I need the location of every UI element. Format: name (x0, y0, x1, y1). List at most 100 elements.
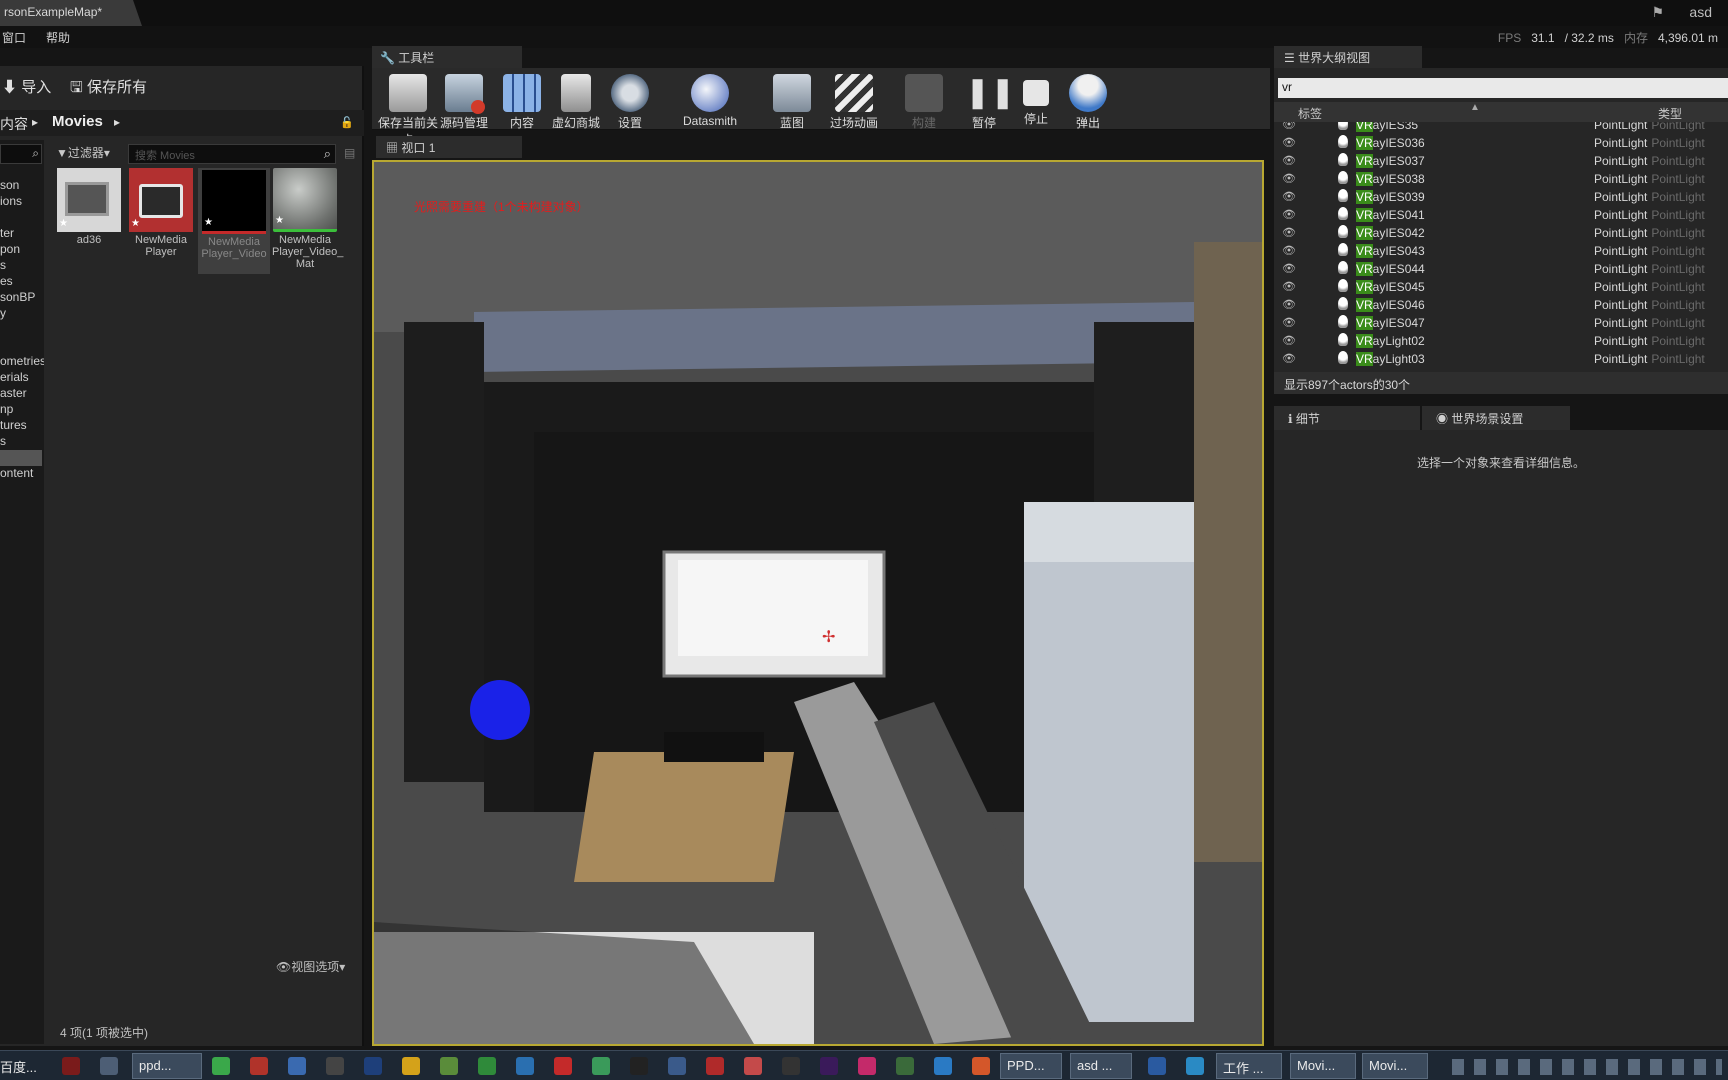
taskbar-task[interactable]: ppd... (132, 1053, 202, 1079)
unreal-icon[interactable] (630, 1057, 648, 1075)
app-icon[interactable] (440, 1057, 458, 1075)
tree-item-selected[interactable] (0, 450, 42, 466)
visibility-eye-icon[interactable]: 👁 (1282, 154, 1296, 167)
breadcrumb-current[interactable]: Movies (52, 113, 103, 130)
lock-icon[interactable]: 🔓 (340, 116, 354, 129)
tree-item[interactable]: erials (0, 370, 29, 386)
eject-button[interactable]: 弹出 (1060, 70, 1116, 131)
breadcrumb-root[interactable]: 内容 (0, 114, 28, 134)
app-icon[interactable] (1186, 1057, 1204, 1075)
asset-search-input[interactable]: 搜索 Movies ⌕ (128, 144, 336, 164)
outliner-row[interactable]: 👁 VRayIES043 PointLight PointLight (1274, 242, 1728, 260)
outliner-row[interactable]: 👁 VRayIES037 PointLight PointLight (1274, 152, 1728, 170)
pause-button[interactable]: ❚❚ 暂停 (956, 70, 1015, 131)
system-tray[interactable] (1452, 1059, 1722, 1075)
photoshop-icon[interactable] (364, 1057, 382, 1075)
premiere-icon[interactable] (820, 1057, 838, 1075)
build-button[interactable]: 构建 (892, 70, 956, 131)
outliner-row[interactable]: 👁 VRayIES046 PointLight PointLight (1274, 296, 1728, 314)
tree-item[interactable]: tures (0, 418, 27, 434)
taskbar-task[interactable]: Movi... (1362, 1053, 1428, 1079)
app-icon[interactable] (516, 1057, 534, 1075)
outliner-row[interactable]: 👁 VRayLight03 PointLight PointLight (1274, 350, 1728, 368)
visibility-eye-icon[interactable]: 👁 (1282, 352, 1296, 365)
app-icon[interactable] (478, 1057, 496, 1075)
outliner-row[interactable]: 👁 VRayIES044 PointLight PointLight (1274, 260, 1728, 278)
outliner-row[interactable]: 👁 VRayIES038 PointLight PointLight (1274, 170, 1728, 188)
visibility-eye-icon[interactable]: 👁 (1282, 190, 1296, 203)
scene-render[interactable]: ✢ (374, 162, 1262, 1044)
app-icon[interactable] (668, 1057, 686, 1075)
app-icon[interactable] (782, 1057, 800, 1075)
app-icon[interactable] (250, 1057, 268, 1075)
visibility-eye-icon[interactable]: 👁 (1282, 136, 1296, 149)
visibility-eye-icon[interactable]: 👁 (1282, 226, 1296, 239)
tab-world-outliner[interactable]: ☰ 世界大纲视图 (1274, 46, 1422, 68)
tree-item[interactable]: ter (0, 226, 14, 242)
app-icon[interactable] (288, 1057, 306, 1075)
column-label[interactable]: 标签 (1298, 105, 1322, 122)
visibility-eye-icon[interactable]: 👁 (1282, 122, 1296, 131)
outliner-row[interactable]: 👁 VRayIES35 PointLight PointLight (1274, 122, 1728, 134)
asset-tile[interactable]: ★ NewMedia Player_Video_ Mat (272, 168, 343, 270)
cinematics-button[interactable]: 过场动画 (822, 70, 886, 131)
app-icon[interactable] (972, 1057, 990, 1075)
browser-icon[interactable] (934, 1057, 952, 1075)
taskbar-task[interactable]: asd ... (1070, 1053, 1132, 1079)
taskbar-task[interactable]: 工作 ... (1216, 1053, 1282, 1079)
tree-item[interactable]: sonBP (0, 290, 35, 306)
tree-item[interactable]: s (0, 258, 6, 274)
app-icon[interactable] (858, 1057, 876, 1075)
tree-item[interactable]: ions (0, 194, 22, 210)
visibility-eye-icon[interactable]: 👁 (1282, 244, 1296, 257)
app-icon[interactable] (706, 1057, 724, 1075)
visibility-eye-icon[interactable]: 👁 (1282, 298, 1296, 311)
tree-item[interactable]: np (0, 402, 13, 418)
settings-button[interactable]: 设置 (598, 70, 662, 131)
outliner-row[interactable]: 👁 VRayIES036 PointLight PointLight (1274, 134, 1728, 152)
outliner-row[interactable]: 👁 VRayIES047 PointLight PointLight (1274, 314, 1728, 332)
outliner-row[interactable]: 👁 VRayIES041 PointLight PointLight (1274, 206, 1728, 224)
app-icon[interactable] (62, 1057, 80, 1075)
app-icon[interactable] (592, 1057, 610, 1075)
flag-icon[interactable]: ⚑ (1651, 4, 1664, 21)
app-icon[interactable] (896, 1057, 914, 1075)
datasmith-button[interactable]: Datasmith (670, 70, 750, 128)
outliner-row[interactable]: 👁 VRayIES042 PointLight PointLight (1274, 224, 1728, 242)
visibility-eye-icon[interactable]: 👁 (1282, 172, 1296, 185)
tree-item[interactable]: pon (0, 242, 20, 258)
tab-toolbar[interactable]: 🔧 工具栏 (372, 46, 522, 68)
app-icon[interactable] (1148, 1057, 1166, 1075)
tree-item[interactable]: ometries (0, 354, 44, 370)
level-viewport[interactable]: ✢ 光照需要重建（1个未构建对象） (372, 160, 1264, 1046)
filter-button[interactable]: ▼过滤器▾ (56, 144, 110, 166)
tree-item[interactable]: son (0, 178, 19, 194)
visibility-eye-icon[interactable]: 👁 (1282, 262, 1296, 275)
wechat-icon[interactable] (212, 1057, 230, 1075)
app-icon[interactable] (100, 1057, 118, 1075)
level-document-tab[interactable]: rsonExampleMap* (0, 0, 142, 26)
tree-item[interactable]: aster (0, 386, 27, 402)
tree-search-input[interactable]: ⌕ (0, 144, 42, 164)
tab-viewport[interactable]: ▦ 视口 1 (376, 136, 522, 158)
visibility-eye-icon[interactable]: 👁 (1282, 208, 1296, 221)
blueprints-button[interactable]: 蓝图 (760, 70, 824, 131)
asset-tile-selected[interactable]: ★ NewMedia Player_Video (198, 168, 270, 274)
stop-button[interactable]: 停止 (1008, 70, 1064, 127)
visibility-eye-icon[interactable]: 👁 (1282, 280, 1296, 293)
save-all-button[interactable]: 🖫 保存所有 (70, 76, 147, 102)
history-icon[interactable]: ▤ (344, 146, 355, 160)
app-icon[interactable] (402, 1057, 420, 1075)
tab-world-settings[interactable]: ◉ 世界场景设置 (1422, 406, 1570, 430)
breadcrumb-arrow-icon[interactable]: ▸ (114, 115, 120, 129)
outliner-search-input[interactable]: vr (1278, 78, 1728, 98)
asset-tile[interactable]: ★ ad36 (56, 168, 122, 246)
column-type[interactable]: 类型 (1658, 105, 1682, 122)
taskbar-task[interactable]: PPD... (1000, 1053, 1062, 1079)
menu-help[interactable]: 帮助 (46, 29, 70, 46)
visibility-eye-icon[interactable]: 👁 (1282, 334, 1296, 347)
taskbar-task[interactable]: Movi... (1290, 1053, 1356, 1079)
app-icon[interactable] (326, 1057, 344, 1075)
tree-item[interactable]: ontent (0, 466, 33, 482)
taskbar-baidu-item[interactable]: 百度... (0, 1057, 37, 1076)
